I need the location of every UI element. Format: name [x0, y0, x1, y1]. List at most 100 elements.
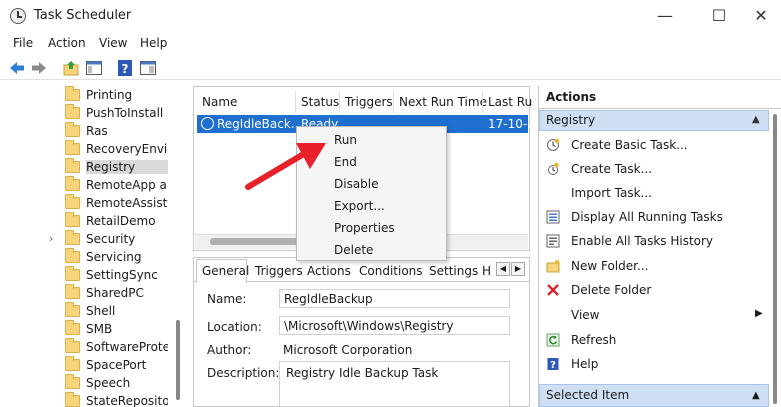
expand-chevron-icon[interactable]: › — [49, 232, 53, 245]
submenu-arrow-icon[interactable]: ▶ — [755, 308, 763, 319]
tree-item[interactable]: SettingSync — [0, 266, 170, 284]
tree-item[interactable]: SharedPC — [0, 284, 170, 302]
action-create-task[interactable]: Create Task... — [571, 162, 652, 176]
folder-icon — [65, 230, 80, 245]
folder-icon — [65, 374, 80, 389]
context-menu-disable[interactable]: Disable — [334, 177, 379, 191]
help-icon[interactable]: ? — [116, 59, 134, 77]
tab-history[interactable]: H — [482, 264, 491, 278]
action-enable-tasks-history[interactable]: Enable All Tasks History — [571, 234, 713, 248]
tab-scroll-right-button[interactable]: ▶ — [511, 262, 525, 276]
tree-item[interactable]: SoftwareProtec — [0, 338, 170, 356]
tree-item[interactable]: RecoveryEnviro — [0, 140, 170, 158]
context-menu-export[interactable]: Export... — [334, 199, 385, 213]
actions-title: Actions — [546, 90, 597, 104]
tree-item[interactable]: Servicing — [0, 248, 170, 266]
show-hide-action-pane-icon[interactable] — [139, 59, 157, 77]
tree-item-label: Security — [86, 232, 136, 246]
folder-icon — [65, 158, 80, 173]
tree-item[interactable]: Speech — [0, 374, 170, 392]
action-create-basic-task[interactable]: Create Basic Task... — [571, 138, 688, 152]
tree-item[interactable]: RetailDemo — [0, 212, 170, 230]
context-menu-properties[interactable]: Properties — [334, 221, 395, 235]
action-delete-folder[interactable]: Delete Folder — [571, 283, 651, 297]
name-label: Name: — [207, 292, 247, 306]
folder-icon — [65, 140, 80, 155]
tab-settings[interactable]: Settings — [429, 264, 478, 278]
registry-group-title: Registry — [546, 113, 596, 127]
tree-item[interactable]: Printing — [0, 86, 170, 104]
tree-item-label: SharedPC — [86, 286, 144, 300]
forward-arrow-icon[interactable] — [30, 59, 48, 77]
tree-item[interactable]: Registry — [0, 158, 170, 176]
tree-item[interactable]: › Security — [0, 230, 170, 248]
task-name-field[interactable]: RegIdleBackup — [279, 289, 510, 308]
window-title: Task Scheduler — [34, 8, 132, 23]
column-header-next-run-time[interactable]: Next Run Time — [399, 95, 487, 109]
task-description-value: Registry Idle Backup Task — [286, 366, 439, 380]
create-task-icon — [548, 162, 559, 175]
folder-up-icon[interactable] — [62, 59, 80, 77]
tree-item-label: Ras — [86, 124, 108, 138]
action-import-task[interactable]: Import Task... — [571, 186, 652, 200]
collapse-up-icon[interactable]: ▲ — [752, 114, 760, 125]
actions-scrollbar-thumb[interactable] — [773, 114, 777, 404]
menu-view[interactable]: View — [99, 36, 127, 50]
menu-help[interactable]: Help — [140, 36, 167, 50]
column-separator[interactable] — [295, 91, 296, 113]
folder-icon — [65, 302, 80, 317]
tab-actions[interactable]: Actions — [307, 264, 351, 278]
tab-triggers[interactable]: Triggers — [255, 264, 303, 278]
tree-item[interactable]: SMB — [0, 320, 170, 338]
new-folder-icon — [546, 260, 560, 273]
task-location-field[interactable]: \Microsoft\Windows\Registry — [279, 316, 510, 335]
column-separator[interactable] — [339, 91, 340, 113]
action-view[interactable]: View — [571, 308, 599, 322]
help-icon: ? — [547, 358, 559, 371]
minimize-button[interactable]: — — [642, 4, 688, 28]
folder-icon — [65, 248, 80, 263]
folder-icon — [65, 194, 80, 209]
description-label: Description: — [207, 366, 280, 380]
tree-item[interactable]: Shell — [0, 302, 170, 320]
collapse-up-icon[interactable]: ▲ — [752, 390, 760, 401]
selected-item-group-title: Selected Item — [546, 388, 630, 402]
tree-scrollbar-thumb[interactable] — [176, 320, 180, 400]
maximize-button[interactable]: ☐ — [696, 4, 742, 28]
menu-action[interactable]: Action — [48, 36, 86, 50]
back-arrow-icon[interactable] — [8, 59, 26, 77]
task-author-value: Microsoft Corporation — [283, 343, 413, 357]
tree-item[interactable]: PushToInstall — [0, 104, 170, 122]
tree-item[interactable]: RemoteAssistar — [0, 194, 170, 212]
action-refresh[interactable]: Refresh — [571, 333, 616, 347]
tree-item[interactable]: SpacePort — [0, 356, 170, 374]
tree-item-label: StateRepositor — [86, 394, 168, 407]
tree-item-label: SoftwareProtec — [86, 340, 168, 354]
action-new-folder[interactable]: New Folder... — [571, 259, 648, 273]
tree-item-label: RetailDemo — [86, 214, 156, 228]
tree-item-label: Shell — [86, 304, 116, 318]
context-menu-delete[interactable]: Delete — [334, 243, 373, 257]
column-header-name[interactable]: Name — [202, 95, 237, 109]
close-button[interactable]: ✕ — [738, 4, 781, 28]
tab-general[interactable]: General — [202, 264, 249, 278]
column-separator[interactable] — [482, 91, 483, 113]
tree-item[interactable]: StateRepositor — [0, 392, 170, 407]
refresh-icon — [546, 333, 560, 347]
task-last-run-cell: 17-10-2 — [488, 117, 535, 131]
tab-scroll-left-button[interactable]: ◀ — [496, 262, 510, 276]
column-header-status[interactable]: Status — [301, 95, 339, 109]
task-clock-icon — [201, 117, 214, 130]
column-header-last-run[interactable]: Last Ru — [488, 95, 532, 109]
tab-conditions[interactable]: Conditions — [359, 264, 423, 278]
author-label: Author: — [207, 343, 252, 357]
action-help[interactable]: Help — [571, 357, 598, 371]
tree-item[interactable]: Ras — [0, 122, 170, 140]
menu-file[interactable]: File — [13, 36, 33, 50]
action-display-running-tasks[interactable]: Display All Running Tasks — [571, 210, 723, 224]
column-separator[interactable] — [393, 91, 394, 113]
show-hide-tree-icon[interactable] — [85, 59, 103, 77]
tree-item[interactable]: RemoteApp an — [0, 176, 170, 194]
column-header-triggers[interactable]: Triggers — [345, 95, 393, 109]
tasks-history-icon — [546, 234, 560, 248]
